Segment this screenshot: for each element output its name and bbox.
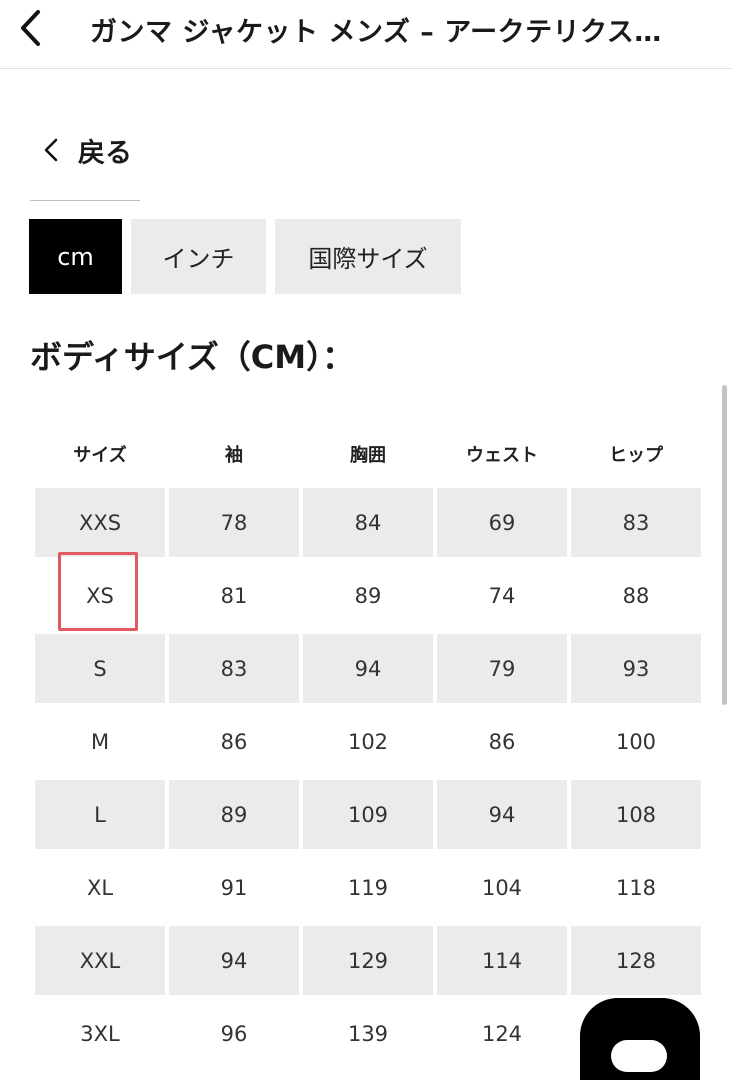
column-header-size: サイズ [73, 445, 127, 466]
scrollbar[interactable] [722, 385, 727, 705]
table-cell: 69 [437, 488, 567, 557]
size-chart-table: サイズ 袖 胸囲 ウェスト ヒップ XXS 78 84 69 83 XS 81 … [31, 420, 705, 1072]
table-cell: 128 [571, 926, 701, 995]
table-row: XL 91 119 104 118 [35, 853, 701, 922]
page: ガンマ ジャケット メンズ – アークテリクス… 戻る cm インチ 国際サイズ… [0, 0, 733, 1080]
table-cell: 94 [169, 926, 299, 995]
section-title: ボディサイズ（CM）： [30, 338, 355, 376]
table-cell: 119 [347, 875, 389, 900]
table-cell: 93 [571, 634, 701, 703]
table-cell: 108 [571, 780, 701, 849]
table-cell: XS [86, 583, 114, 608]
table-cell: 91 [220, 875, 248, 900]
table-cell: XXS [35, 488, 165, 557]
table-cell: 104 [481, 875, 523, 900]
table-cell: S [35, 634, 165, 703]
table-row: S 83 94 79 93 [35, 634, 701, 703]
chevron-left-icon [21, 10, 40, 46]
table-cell: XXL [35, 926, 165, 995]
column-header-sleeve: 袖 [225, 445, 243, 466]
table-cell: 94 [437, 780, 567, 849]
table-row: XXS 78 84 69 83 [35, 488, 701, 557]
chat-bubble-icon [611, 1040, 667, 1072]
tab-inch[interactable]: インチ [131, 219, 266, 294]
table-cell: 114 [437, 926, 567, 995]
table-cell: 83 [169, 634, 299, 703]
tab-international-size[interactable]: 国際サイズ [275, 219, 461, 294]
table-row: M 86 102 86 100 [35, 707, 701, 776]
page-title: ガンマ ジャケット メンズ – アークテリクス… [90, 17, 662, 48]
table-cell: 78 [169, 488, 299, 557]
header-back-button[interactable] [8, 6, 52, 50]
column-header-waist: ウェスト [466, 445, 538, 466]
table-row: XXL 94 129 114 128 [35, 926, 701, 995]
table-cell: 109 [303, 780, 433, 849]
column-header-chest: 胸囲 [350, 445, 386, 466]
unit-tabs: cm インチ 国際サイズ [29, 219, 461, 294]
table-cell: 84 [303, 488, 433, 557]
tab-cm[interactable]: cm [29, 219, 122, 294]
table-cell: 79 [437, 634, 567, 703]
chevron-left-icon [44, 138, 58, 162]
table-row: XS 81 89 74 88 [35, 561, 701, 630]
table-cell: 3XL [80, 1021, 120, 1046]
table-cell: 74 [488, 583, 516, 608]
back-link[interactable]: 戻る [40, 130, 132, 170]
table-cell: 102 [347, 729, 389, 754]
divider [30, 200, 140, 201]
table-cell: M [90, 729, 110, 754]
back-link-label: 戻る [78, 137, 132, 169]
table-cell: 129 [303, 926, 433, 995]
table-cell: 86 [220, 729, 248, 754]
table-cell: 83 [571, 488, 701, 557]
table-cell: 94 [303, 634, 433, 703]
table-cell: 88 [622, 583, 650, 608]
table-cell: L [35, 780, 165, 849]
table-cell: 118 [615, 875, 657, 900]
table-cell: XL [86, 875, 114, 900]
table-header-row: サイズ 袖 胸囲 ウェスト ヒップ [35, 424, 701, 484]
table-cell: 124 [481, 1021, 523, 1046]
table-cell: 81 [220, 583, 248, 608]
column-header-hip: ヒップ [609, 445, 663, 466]
top-navigation-bar: ガンマ ジャケット メンズ – アークテリクス… [0, 0, 733, 69]
table-cell: 89 [354, 583, 382, 608]
table-cell: 96 [220, 1021, 248, 1046]
table-cell: 89 [169, 780, 299, 849]
chat-button[interactable] [580, 998, 700, 1080]
table-cell: 100 [615, 729, 657, 754]
table-cell: 139 [347, 1021, 389, 1046]
table-cell: 86 [488, 729, 516, 754]
table-row: L 89 109 94 108 [35, 780, 701, 849]
